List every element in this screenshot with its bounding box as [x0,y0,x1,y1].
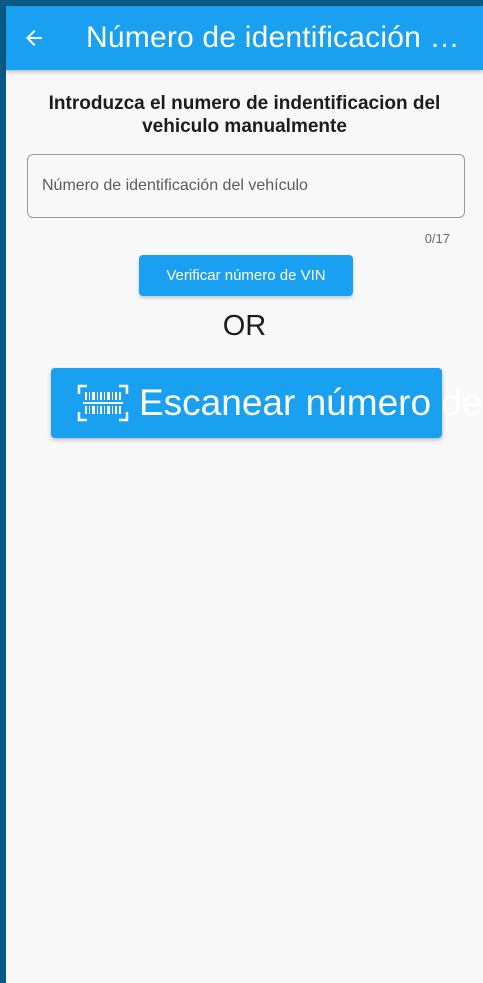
instructions-heading: Introduzca el numero de indentificacion … [48,93,441,137]
or-separator: OR [222,310,267,342]
app-bar: Número de identificación del vehículo [6,6,483,70]
scan-vin-button[interactable]: Escanear número de VIN [51,368,483,438]
page-title: Número de identificación del vehículo [86,21,476,54]
main-content: Introduzca el numero de indentificacion … [6,70,483,983]
character-counter: 0/17 [424,231,450,246]
scan-button-label: Escanear número de VIN [139,382,483,423]
barcode-scan-icon [77,384,129,422]
back-button[interactable] [6,6,62,70]
vin-input[interactable] [27,154,465,218]
verify-vin-button[interactable]: Verificar número de VIN [139,255,353,296]
arrow-back-icon [26,30,42,46]
